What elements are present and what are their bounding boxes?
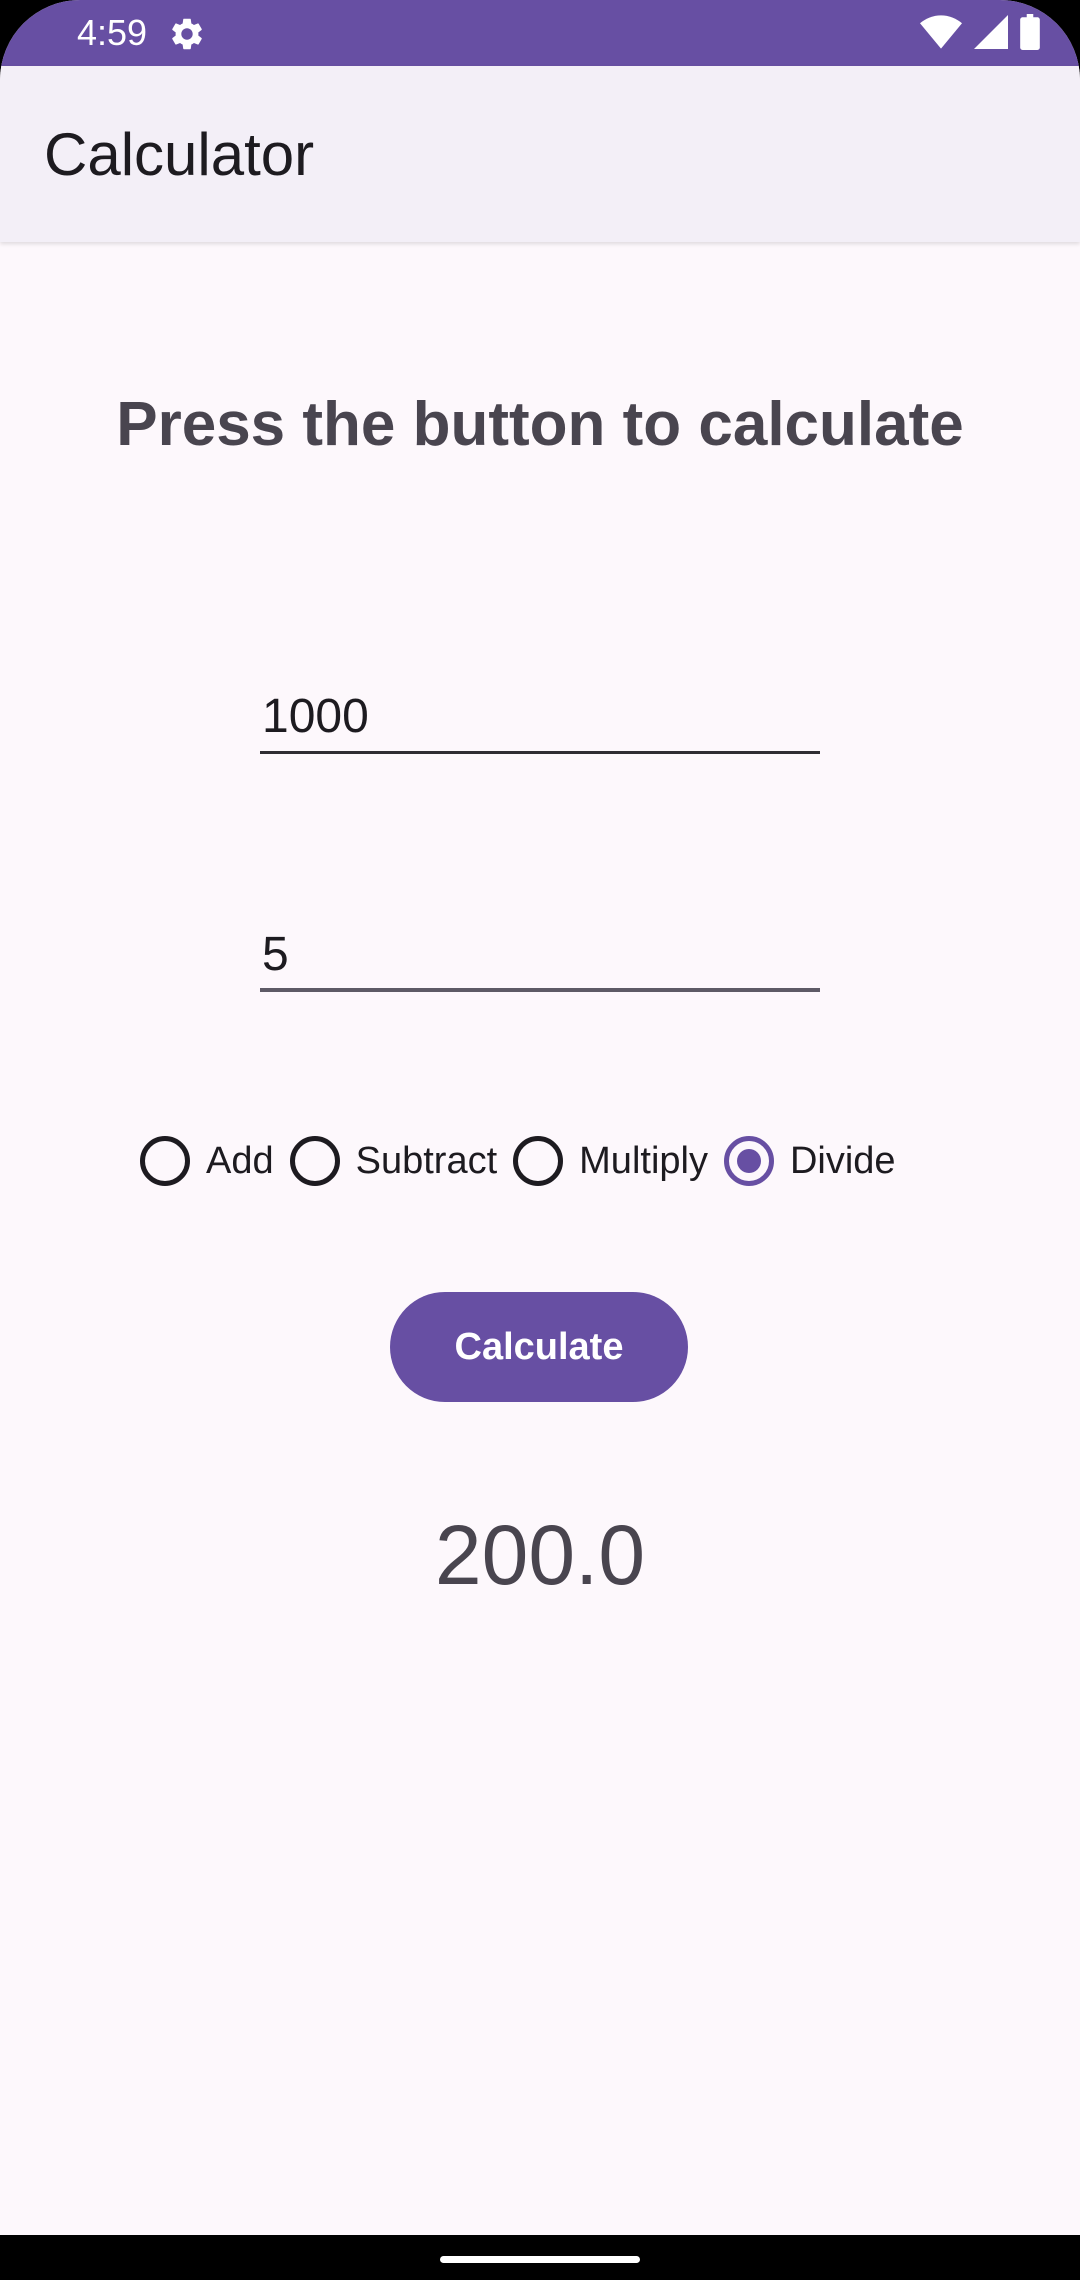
radio-multiply[interactable]: Multiply (513, 1130, 708, 1192)
radio-divide-circle[interactable] (723, 1136, 774, 1186)
first-number-field (260, 684, 820, 754)
radio-add-circle[interactable] (140, 1136, 190, 1186)
radio-add-label: Add (206, 1139, 274, 1182)
wifi-icon (920, 14, 962, 54)
cellular-signal-icon (974, 14, 1008, 54)
radio-multiply-label: Multiply (579, 1139, 708, 1182)
page-heading: Press the button to calculate (116, 390, 964, 459)
second-number-field (260, 922, 820, 992)
radio-multiply-circle[interactable] (513, 1136, 564, 1186)
status-bar: 4:59 (0, 0, 1080, 66)
radio-subtract-label: Subtract (355, 1139, 498, 1182)
radio-subtract-circle[interactable] (289, 1136, 340, 1186)
app-screen: 4:59 Calculator Press the button to calc… (0, 0, 1080, 2280)
result-value: 200.0 (434, 1508, 646, 1602)
home-gesture-handle[interactable] (440, 2256, 640, 2263)
radio-divide-label: Divide (789, 1139, 896, 1182)
second-number-input[interactable] (260, 922, 820, 986)
second-number-underline (260, 988, 820, 992)
first-number-underline (260, 751, 820, 754)
app-title: Calculator (44, 121, 315, 188)
radio-add[interactable]: Add (140, 1130, 274, 1192)
status-time: 4:59 (77, 12, 148, 53)
first-number-input[interactable] (260, 684, 820, 748)
battery-icon (1020, 13, 1040, 55)
status-icons (920, 13, 1040, 55)
radio-divide[interactable]: Divide (723, 1130, 896, 1192)
operation-radio-group: Add Subtract Multiply Divide (140, 1130, 912, 1192)
radio-subtract[interactable]: Subtract (289, 1130, 498, 1192)
settings-gear-icon (168, 15, 206, 53)
top-app-bar: Calculator (0, 66, 1080, 242)
calculate-button[interactable]: Calculate (390, 1292, 688, 1402)
